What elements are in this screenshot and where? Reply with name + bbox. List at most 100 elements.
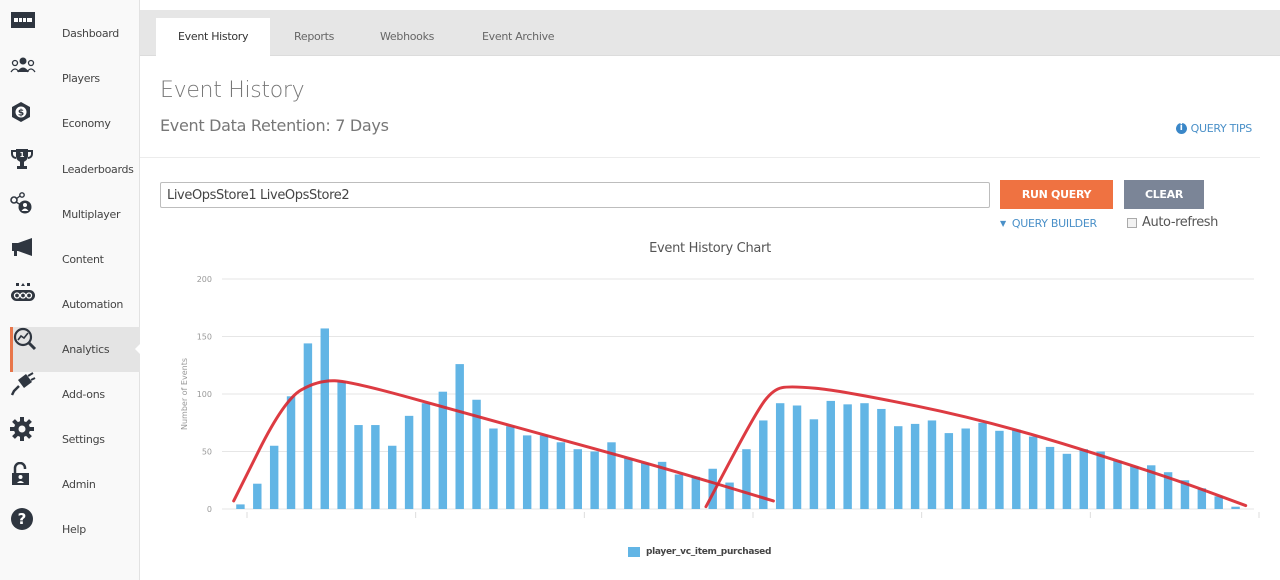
megaphone-icon bbox=[12, 238, 50, 273]
sidebar-item-analytics[interactable]: Analytics bbox=[10, 327, 141, 372]
plug-icon bbox=[10, 372, 50, 408]
query-tips-link[interactable]: i QUERY TIPS bbox=[1175, 122, 1253, 135]
bar bbox=[826, 400, 835, 509]
bar bbox=[792, 405, 802, 509]
sidebar-item-admin[interactable]: Admin bbox=[10, 462, 140, 507]
sidebar-item-label: Settings bbox=[62, 433, 105, 446]
bar bbox=[455, 364, 464, 509]
y-tick-label: 200 bbox=[197, 275, 212, 284]
sidebar-item-label: Content bbox=[62, 253, 104, 266]
sidebar-item-automation[interactable]: Automation bbox=[10, 282, 140, 327]
sidebar-item-leaderboards[interactable]: 1 Leaderboards bbox=[10, 147, 140, 192]
sidebar-item-help[interactable]: ? Help bbox=[10, 507, 140, 552]
bar bbox=[809, 419, 819, 509]
y-tick-label: 50 bbox=[202, 448, 212, 457]
clear-button[interactable]: CLEAR bbox=[1124, 180, 1204, 209]
sidebar-item-label: Help bbox=[62, 523, 86, 536]
sidebar-item-label: Analytics bbox=[62, 343, 110, 356]
bar bbox=[1062, 453, 1072, 509]
tab-reports[interactable]: Reports bbox=[294, 18, 334, 56]
bar bbox=[1045, 446, 1055, 509]
sidebar-item-label: Add-ons bbox=[62, 388, 105, 401]
bar bbox=[320, 328, 329, 509]
chart-legend[interactable]: player_vc_item_purchased bbox=[628, 547, 771, 557]
analytics-icon bbox=[13, 327, 50, 363]
chart-svg: 0 50 100 150 200 Number of Events bbox=[180, 275, 1260, 518]
event-history-chart: Event History Chart 0 50 100 150 200 Number o… bbox=[140, 232, 1280, 580]
auto-refresh-label: Auto-refresh bbox=[1142, 215, 1219, 230]
bar bbox=[1231, 506, 1240, 509]
svg-text:?: ? bbox=[18, 510, 27, 528]
bar bbox=[843, 404, 852, 509]
bar bbox=[421, 403, 431, 509]
svg-text:1: 1 bbox=[20, 151, 25, 159]
bar bbox=[253, 483, 262, 509]
query-input[interactable] bbox=[160, 182, 990, 208]
bar bbox=[337, 381, 346, 509]
svg-text:$: $ bbox=[18, 109, 24, 119]
bar bbox=[286, 396, 296, 509]
info-icon: i bbox=[1175, 123, 1187, 134]
sidebar-item-label: Dashboard bbox=[62, 27, 119, 40]
bar bbox=[927, 420, 937, 509]
help-icon: ? bbox=[11, 508, 50, 543]
multiplayer-icon bbox=[10, 192, 50, 228]
retention-label: Event Data Retention: 7 Days bbox=[160, 116, 389, 135]
bar bbox=[775, 403, 785, 509]
query-builder-label: QUERY BUILDER bbox=[1011, 217, 1097, 230]
bar bbox=[489, 428, 498, 509]
sidebar-item-multiplayer[interactable]: Multiplayer bbox=[10, 192, 140, 237]
divider bbox=[140, 157, 1260, 158]
sidebar-item-content[interactable]: Content bbox=[10, 237, 140, 282]
automation-icon bbox=[11, 283, 50, 318]
caret-down-icon: ▼ bbox=[1000, 219, 1006, 228]
bar bbox=[556, 442, 566, 509]
players-icon bbox=[10, 57, 50, 92]
y-axis-label: Number of Events bbox=[180, 358, 189, 430]
bar bbox=[910, 423, 920, 509]
tab-event-archive[interactable]: Event Archive bbox=[482, 18, 555, 56]
bar bbox=[877, 408, 886, 509]
auto-refresh: Auto-refresh bbox=[1127, 215, 1218, 230]
run-query-button[interactable]: RUN QUERY bbox=[1000, 180, 1113, 209]
gear-icon bbox=[10, 417, 50, 453]
y-tick-label: 100 bbox=[197, 390, 212, 399]
bar bbox=[978, 422, 987, 509]
tab-bar: Event History Reports Webhooks Event Arc… bbox=[140, 10, 1280, 57]
sidebar: Dashboard Players $ Economy 1 Leaderboards Mul… bbox=[0, 0, 141, 580]
auto-refresh-checkbox[interactable] bbox=[1127, 217, 1137, 228]
dashboard-icon bbox=[11, 12, 50, 47]
bar bbox=[1130, 466, 1139, 509]
bar bbox=[641, 463, 650, 509]
bar bbox=[303, 343, 313, 509]
tab-event-history[interactable]: Event History bbox=[156, 18, 271, 57]
legend-label: player_vc_item_purchased bbox=[646, 547, 772, 557]
bar bbox=[1113, 460, 1122, 509]
page-title: Event History bbox=[160, 78, 305, 103]
bar bbox=[1012, 429, 1021, 509]
query-tips-label: QUERY TIPS bbox=[1190, 122, 1253, 135]
tab-webhooks[interactable]: Webhooks bbox=[380, 18, 434, 56]
bar bbox=[236, 504, 245, 509]
bar bbox=[1096, 451, 1105, 509]
sidebar-item-label: Players bbox=[62, 72, 100, 85]
bar bbox=[506, 426, 515, 509]
bar bbox=[388, 445, 397, 509]
sidebar-item-add-ons[interactable]: Add-ons bbox=[10, 372, 140, 417]
sidebar-item-dashboard[interactable]: Dashboard bbox=[10, 11, 140, 56]
sidebar-item-label: Automation bbox=[62, 298, 124, 311]
sidebar-item-settings[interactable]: Settings bbox=[10, 417, 140, 462]
bar bbox=[894, 426, 903, 509]
bar bbox=[961, 428, 970, 509]
bar bbox=[269, 445, 279, 509]
bar bbox=[944, 433, 954, 509]
bar bbox=[860, 403, 869, 509]
bar bbox=[1079, 449, 1088, 509]
query-builder-toggle[interactable]: ▼ QUERY BUILDER bbox=[1000, 217, 1097, 230]
bar bbox=[624, 458, 633, 509]
bar bbox=[539, 435, 549, 509]
bar bbox=[1028, 436, 1038, 509]
bar bbox=[590, 451, 599, 509]
sidebar-item-players[interactable]: Players bbox=[10, 56, 140, 101]
sidebar-item-economy[interactable]: $ Economy bbox=[10, 101, 140, 146]
